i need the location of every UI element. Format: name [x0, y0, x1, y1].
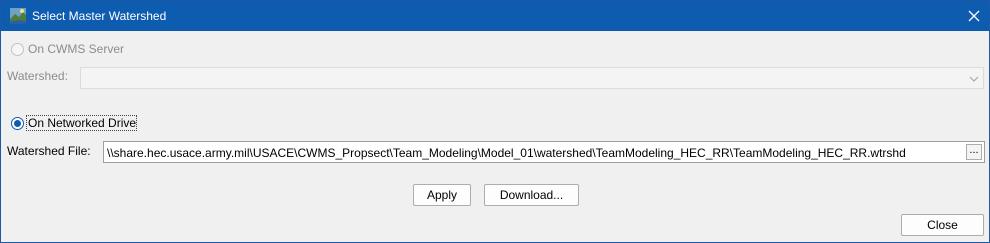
close-button[interactable]: Close: [901, 214, 984, 236]
chevron-down-icon: [969, 73, 979, 87]
networked-drive-label: On Networked Drive: [28, 116, 137, 130]
title-bar[interactable]: Select Master Watershed: [1, 1, 989, 31]
download-button[interactable]: Download...: [484, 184, 579, 206]
watershed-file-label: Watershed File:: [7, 144, 91, 158]
dialog-title: Select Master Watershed: [32, 9, 167, 23]
select-master-watershed-dialog: Select Master Watershed On CWMS Server W…: [0, 0, 990, 243]
apply-button[interactable]: Apply: [413, 184, 471, 206]
watershed-label: Watershed:: [7, 69, 68, 83]
watershed-file-field[interactable]: \\share.hec.usace.army.mil\USACE\CWMS_Pr…: [103, 141, 985, 163]
hec-watershed-app-icon: [10, 8, 26, 24]
cwms-server-radio[interactable]: [11, 43, 24, 56]
cwms-server-label: On CWMS Server: [28, 42, 125, 56]
browse-button[interactable]: ...: [966, 144, 982, 160]
networked-drive-radio[interactable]: [11, 117, 24, 130]
watershed-file-path: \\share.hec.usace.army.mil\USACE\CWMS_Pr…: [107, 146, 906, 160]
close-icon[interactable]: [959, 1, 989, 31]
watershed-select[interactable]: [80, 67, 984, 89]
